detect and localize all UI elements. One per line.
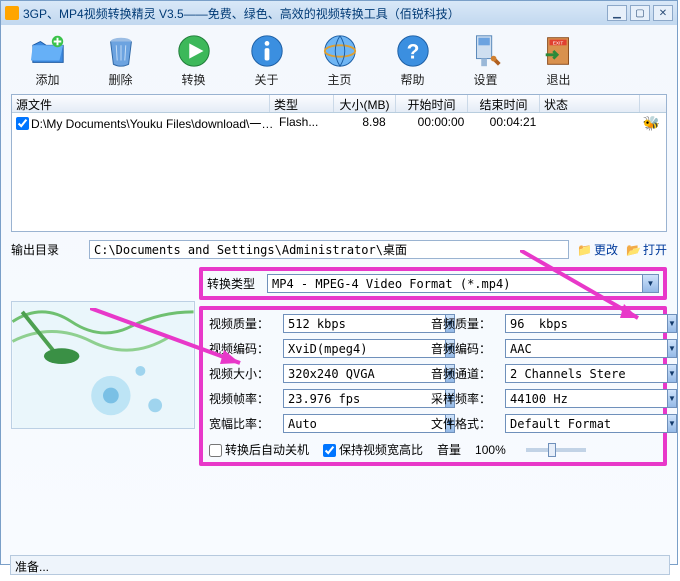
toolbar: 添加 删除 转换 关于 主页 ? 帮助 设置 EXIT 退出 — [1, 25, 677, 92]
chevron-down-icon[interactable]: ▼ — [667, 389, 677, 408]
add-button[interactable]: 添加 — [11, 31, 84, 88]
add-label: 添加 — [35, 71, 59, 88]
row-start: 00:00:00 — [405, 115, 477, 132]
col-status[interactable]: 状态 — [540, 95, 640, 112]
status-text: 准备... — [15, 560, 49, 574]
settings-panel: 转换类型 ▼ 视频质量： ▼ 音频质量： ▼ 视频编码： ▼ 音频编码： ▼ 视… — [11, 267, 667, 466]
delete-button[interactable]: 删除 — [84, 31, 157, 88]
chevron-down-icon[interactable]: ▼ — [667, 414, 677, 433]
row-end: 00:04:21 — [477, 115, 549, 132]
settings-label: 设置 — [473, 71, 497, 88]
col-size[interactable]: 大小(MB) — [334, 95, 396, 112]
slider-thumb[interactable] — [548, 443, 556, 457]
change-link[interactable]: 📁 更改 — [577, 241, 618, 258]
home-button[interactable]: 主页 — [303, 31, 376, 88]
shutdown-checkbox[interactable]: 转换后自动关机 — [209, 441, 309, 458]
video-quality-combo[interactable]: ▼ — [283, 314, 421, 333]
col-end[interactable]: 结束时间 — [468, 95, 540, 112]
minimize-button[interactable]: ▁ — [607, 5, 627, 21]
tools-icon — [466, 31, 506, 71]
options-row: 转换后自动关机 保持视频宽高比 音量 100% — [209, 441, 657, 458]
settings-button[interactable]: 设置 — [449, 31, 522, 88]
output-row: 输出目录 📁 更改 📂 打开 — [11, 240, 667, 259]
vfps-label: 视频帧率： — [209, 390, 273, 407]
close-button[interactable]: ✕ — [653, 5, 673, 21]
col-type[interactable]: 类型 — [270, 95, 334, 112]
open-link[interactable]: 📂 打开 — [626, 241, 667, 258]
exit-icon: EXIT — [539, 31, 579, 71]
video-codec-combo[interactable]: ▼ — [283, 339, 421, 358]
list-row[interactable]: D:\My Documents\Youku Files\download\一… … — [12, 113, 666, 134]
status-bar: 准备... — [10, 555, 670, 575]
convert-label: 转换 — [181, 71, 205, 88]
vs-label: 视频大小： — [209, 365, 273, 382]
folder-plus-icon — [28, 31, 68, 71]
about-label: 关于 — [254, 71, 278, 88]
row-checkbox[interactable] — [16, 115, 29, 132]
svg-text:EXIT: EXIT — [552, 40, 563, 46]
app-icon — [5, 6, 19, 20]
chevron-down-icon[interactable]: ▼ — [667, 314, 677, 333]
file-format-combo[interactable]: ▼ — [505, 414, 643, 433]
sample-rate-combo[interactable]: ▼ — [505, 389, 643, 408]
ff-label: 文件格式： — [431, 415, 495, 432]
convert-type-row: 转换类型 ▼ — [199, 267, 667, 300]
type-label: 转换类型 — [207, 275, 267, 292]
preview-pane — [11, 301, 195, 429]
ac-label: 音频编码： — [431, 340, 495, 357]
maximize-button[interactable]: ▢ — [630, 5, 650, 21]
quality-box: 视频质量： ▼ 音频质量： ▼ 视频编码： ▼ 音频编码： ▼ 视频大小： ▼ … — [199, 306, 667, 466]
audio-channels-combo[interactable]: ▼ — [505, 364, 643, 383]
volume-value: 100% — [475, 443, 506, 457]
aq-label: 音频质量： — [431, 315, 495, 332]
chevron-down-icon[interactable]: ▼ — [667, 339, 677, 358]
about-button[interactable]: 关于 — [230, 31, 303, 88]
audio-quality-combo[interactable]: ▼ — [505, 314, 643, 333]
trash-icon — [101, 31, 141, 71]
app-window: 3GP、MP4视频转换精灵 V3.5——免费、绿色、高效的视频转换工具（佰锐科技… — [0, 0, 678, 565]
output-path-input[interactable] — [89, 240, 569, 259]
help-icon: ? — [393, 31, 433, 71]
row-type: Flash... — [279, 115, 343, 132]
chevron-down-icon[interactable]: ▼ — [667, 364, 677, 383]
globe-icon — [320, 31, 360, 71]
type-value[interactable] — [267, 274, 642, 293]
window-title: 3GP、MP4视频转换精灵 V3.5——免费、绿色、高效的视频转换工具（佰锐科技… — [23, 5, 460, 22]
help-label: 帮助 — [400, 71, 424, 88]
file-list: 源文件 类型 大小(MB) 开始时间 结束时间 状态 D:\My Documen… — [11, 94, 667, 232]
ar-label: 宽幅比率： — [209, 415, 273, 432]
col-file[interactable]: 源文件 — [12, 95, 270, 112]
delete-label: 删除 — [108, 71, 132, 88]
bee-icon: 🐝 — [643, 115, 660, 132]
video-fps-combo[interactable]: ▼ — [283, 389, 421, 408]
convert-button[interactable]: 转换 — [157, 31, 230, 88]
ach-label: 音频通道： — [431, 365, 495, 382]
exit-button[interactable]: EXIT 退出 — [522, 31, 595, 88]
titlebar: 3GP、MP4视频转换精灵 V3.5——免费、绿色、高效的视频转换工具（佰锐科技… — [1, 1, 677, 25]
chevron-down-icon[interactable]: ▼ — [642, 274, 659, 293]
play-icon — [174, 31, 214, 71]
sr-label: 采样频率： — [431, 390, 495, 407]
output-label: 输出目录 — [11, 241, 89, 258]
video-size-combo[interactable]: ▼ — [283, 364, 421, 383]
exit-label: 退出 — [546, 71, 570, 88]
svg-text:?: ? — [406, 41, 419, 64]
home-label: 主页 — [327, 71, 351, 88]
row-size: 8.98 — [343, 115, 405, 132]
volume-label: 音量 — [437, 441, 461, 458]
row-file: D:\My Documents\Youku Files\download\一… — [31, 115, 279, 132]
col-start[interactable]: 开始时间 — [396, 95, 468, 112]
list-header: 源文件 类型 大小(MB) 开始时间 结束时间 状态 — [12, 95, 666, 113]
audio-codec-combo[interactable]: ▼ — [505, 339, 643, 358]
help-button[interactable]: ? 帮助 — [376, 31, 449, 88]
aspect-ratio-combo[interactable]: ▼ — [283, 414, 421, 433]
keep-aspect-checkbox[interactable]: 保持视频宽高比 — [323, 441, 423, 458]
info-icon — [247, 31, 287, 71]
vc-label: 视频编码： — [209, 340, 273, 357]
vq-label: 视频质量： — [209, 315, 273, 332]
volume-slider[interactable] — [526, 448, 586, 452]
type-combo[interactable]: ▼ — [267, 274, 659, 293]
